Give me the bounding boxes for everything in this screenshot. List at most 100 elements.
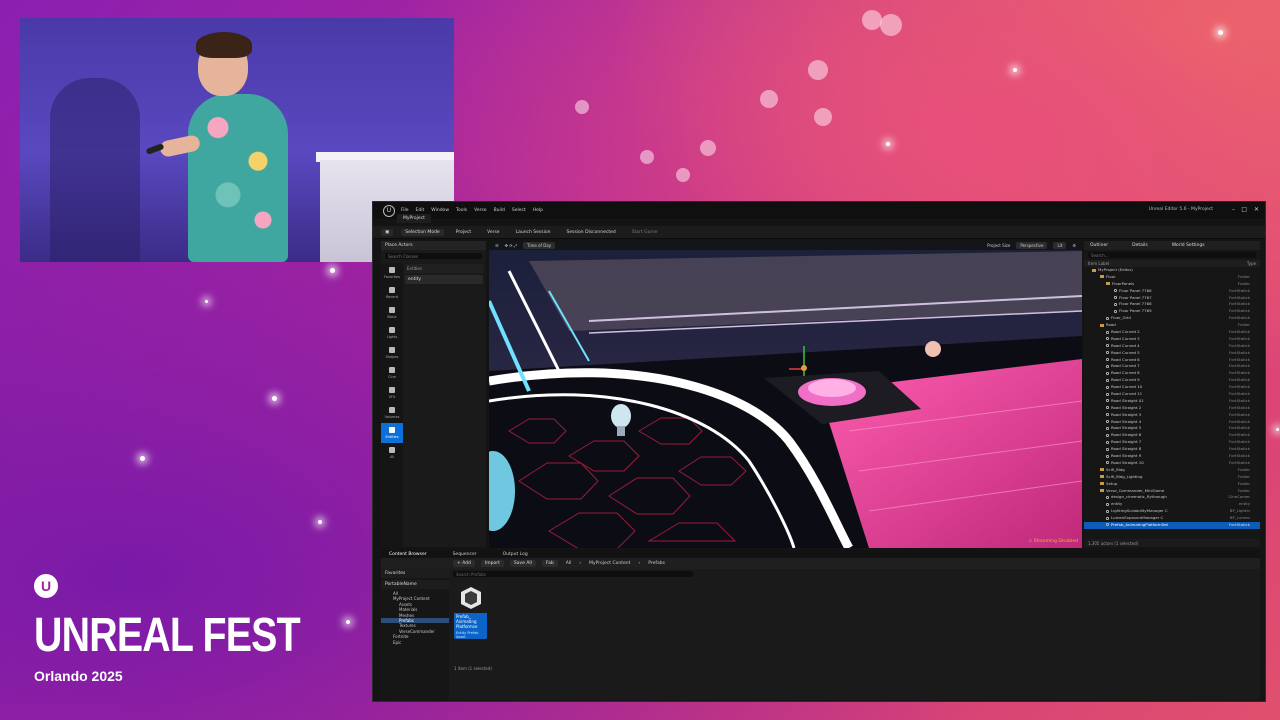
outliner-row[interactable]: Floor Folder — [1084, 274, 1260, 281]
category-basic[interactable]: Basic — [381, 303, 403, 323]
outliner-row[interactable]: Road Straight 3 FortStatick — [1084, 412, 1260, 419]
tab-sequencer[interactable]: Sequencer — [453, 552, 477, 557]
outliner-row[interactable]: Prefab_AnimatingPlatformSet FortStatick — [1084, 521, 1260, 529]
outliner-row[interactable]: Scifi_Bldg_Lighting Folder — [1084, 474, 1260, 481]
time-of-day-button[interactable]: Time of Day — [523, 242, 556, 249]
column-type[interactable]: Type — [1247, 261, 1256, 266]
category-vfx[interactable]: VFX — [381, 383, 403, 403]
outliner-row[interactable]: Road Straight 7 FortStatick — [1084, 439, 1260, 446]
outliner-row[interactable]: Road Curved 5 FortStatick — [1084, 350, 1260, 357]
fab-button[interactable]: Fab — [541, 560, 558, 567]
category-recent[interactable]: Recent — [381, 283, 403, 303]
close-icon[interactable]: ✕ — [1254, 206, 1259, 213]
outliner-row[interactable]: Verse_Commander_MiniGame Folder — [1084, 488, 1260, 495]
unreal-logo-icon[interactable]: U — [383, 204, 395, 217]
viewport-menu-icon[interactable]: ☰ — [495, 243, 499, 248]
outliner-row[interactable]: MyProject (Editor) — [1084, 267, 1260, 274]
project-button[interactable]: Project — [452, 229, 475, 236]
maximize-icon[interactable]: □ — [1241, 206, 1247, 213]
tab-details[interactable]: Details — [1132, 243, 1148, 248]
transform-tools-icon[interactable]: ✥ ⟳ ⤢ — [505, 243, 517, 248]
outliner-row[interactable]: Road Curved 11 FortStatick — [1084, 391, 1260, 398]
outliner-row[interactable]: Road Curved 2 FortStatick — [1084, 329, 1260, 336]
project-section[interactable]: PortableName — [381, 580, 449, 589]
viewport-settings-icon[interactable]: ⚙ — [1072, 243, 1076, 248]
outliner-row[interactable]: Road Curved 4 FortStatick — [1084, 343, 1260, 350]
outliner-row[interactable]: entity entity — [1084, 501, 1260, 508]
outliner-row[interactable]: Road Straight 10 FortStatick — [1084, 460, 1260, 467]
outliner-row[interactable]: Road Straight 4 FortStatick — [1084, 419, 1260, 426]
category-favorites[interactable]: Favorites — [381, 263, 403, 283]
actor-item-entity[interactable]: entity — [405, 275, 483, 284]
menu-file[interactable]: File — [401, 208, 409, 213]
outliner-row[interactable]: Floor Panel 7767 FortStatick — [1084, 295, 1260, 302]
folder-epic[interactable]: Epic — [381, 640, 449, 645]
outliner-row[interactable]: LightingScalabilityManager C BP_Lightin — [1084, 508, 1260, 515]
outliner-row[interactable]: Road Curved 3 FortStatick — [1084, 336, 1260, 343]
search-classes-input[interactable]: Search Classes — [385, 253, 482, 259]
outliner-row[interactable]: Road Straight 8 FortStatick — [1084, 446, 1260, 453]
minimize-icon[interactable]: – — [1232, 206, 1235, 213]
outliner-row-name: Scifi_Bldg — [1106, 466, 1125, 472]
outliner-row[interactable]: design_cinematic_flythrough CineCamer — [1084, 494, 1260, 501]
save-all-button[interactable]: Save All — [509, 560, 536, 567]
menu-help[interactable]: Help — [533, 208, 543, 213]
outliner-row[interactable]: Floor_Grid FortStatick — [1084, 315, 1260, 322]
menu-select[interactable]: Select — [512, 208, 526, 213]
verse-button[interactable]: Verse — [483, 229, 503, 236]
menu-verse[interactable]: Verse — [474, 208, 486, 213]
breadcrumb-all[interactable]: All — [566, 561, 572, 566]
outliner-row[interactable]: Road Straight 5 FortStatick — [1084, 425, 1260, 432]
outliner-row[interactable]: Road Curved 9 FortStatick — [1084, 377, 1260, 384]
favorites-section[interactable]: Favorites — [381, 569, 449, 578]
category-all[interactable]: All — [381, 443, 403, 463]
tab-world-settings[interactable]: World Settings — [1172, 243, 1205, 248]
outliner-row-label: Setup — [1084, 481, 1117, 488]
add-button[interactable]: + Add — [453, 560, 475, 567]
import-button[interactable]: Import — [480, 560, 504, 567]
outliner-row[interactable]: Road Curved 8 FortStatick — [1084, 370, 1260, 377]
outliner-row[interactable]: Road Folder — [1084, 322, 1260, 329]
outliner-row[interactable]: Floor Panel 7769 FortStatick — [1084, 308, 1260, 315]
outliner-row[interactable]: Floor Panel 7768 FortStatick — [1084, 301, 1260, 308]
column-item-label[interactable]: Item Label — [1088, 261, 1109, 266]
breadcrumb-prefabs[interactable]: Prefabs — [648, 561, 665, 566]
outliner-row[interactable]: Road Straight 01 FortStatick — [1084, 398, 1260, 405]
outliner-row[interactable]: Road Straight 9 FortStatick — [1084, 453, 1260, 460]
outliner-search-input[interactable]: Search... — [1088, 252, 1256, 258]
asset-tile-prefab[interactable]: Prefab_ Animating Platformse Entity Pref… — [454, 583, 487, 639]
project-tab[interactable]: MyProject — [397, 214, 431, 223]
lit-button[interactable]: Lit — [1053, 242, 1067, 249]
outliner-row[interactable]: Scifi_Bldg Folder — [1084, 467, 1260, 474]
menu-edit[interactable]: Edit — [416, 208, 425, 213]
tab-content-browser[interactable]: Content Browser — [389, 552, 427, 557]
outliner-row[interactable]: Road Curved 10 FortStatick — [1084, 384, 1260, 391]
category-shapes[interactable]: Shapes — [381, 343, 403, 363]
selection-mode-button[interactable]: Selection Mode — [401, 228, 444, 236]
save-icon[interactable]: ▣ — [381, 228, 394, 236]
menu-window[interactable]: Window — [431, 208, 449, 213]
tab-output-log[interactable]: Output Log — [503, 552, 528, 557]
category-lights[interactable]: Lights — [381, 323, 403, 343]
outliner-row[interactable]: Floor Panel 7766 FortStatick — [1084, 288, 1260, 295]
outliner-row[interactable]: Road Curved 7 FortStatick — [1084, 363, 1260, 370]
outliner-row-name: MyProject (Editor) — [1098, 267, 1133, 272]
outliner-row[interactable]: Road Curved 6 FortStatick — [1084, 357, 1260, 364]
level-viewport[interactable]: ☰ ✥ ⟳ ⤢ Time of Day Project Size Perspec… — [489, 241, 1082, 548]
outliner-row[interactable]: Road Straight 6 FortStatick — [1084, 432, 1260, 439]
perspective-button[interactable]: Perspective — [1016, 242, 1048, 249]
search-prefabs-input[interactable]: Search Prefabs — [453, 571, 693, 577]
category-cine[interactable]: Cine — [381, 363, 403, 383]
breadcrumb-project-content[interactable]: MyProject Content — [589, 561, 630, 566]
launch-session-button[interactable]: Launch Session — [512, 229, 555, 236]
outliner-row[interactable]: FloorPanels Folder — [1084, 281, 1260, 288]
menu-build[interactable]: Build — [494, 208, 505, 213]
tab-outliner[interactable]: Outliner — [1090, 243, 1108, 248]
category-entities[interactable]: Entities — [381, 423, 403, 443]
category-volumes[interactable]: Volumes — [381, 403, 403, 423]
outliner-row[interactable]: Setup Folder — [1084, 481, 1260, 488]
outliner-row[interactable]: LumenExposureManager C BP_Lumen — [1084, 515, 1260, 522]
menu-tools[interactable]: Tools — [456, 208, 467, 213]
outliner-row[interactable]: Road Straight 2 FortStatick — [1084, 405, 1260, 412]
start-game-button[interactable]: Start Game — [628, 229, 662, 236]
